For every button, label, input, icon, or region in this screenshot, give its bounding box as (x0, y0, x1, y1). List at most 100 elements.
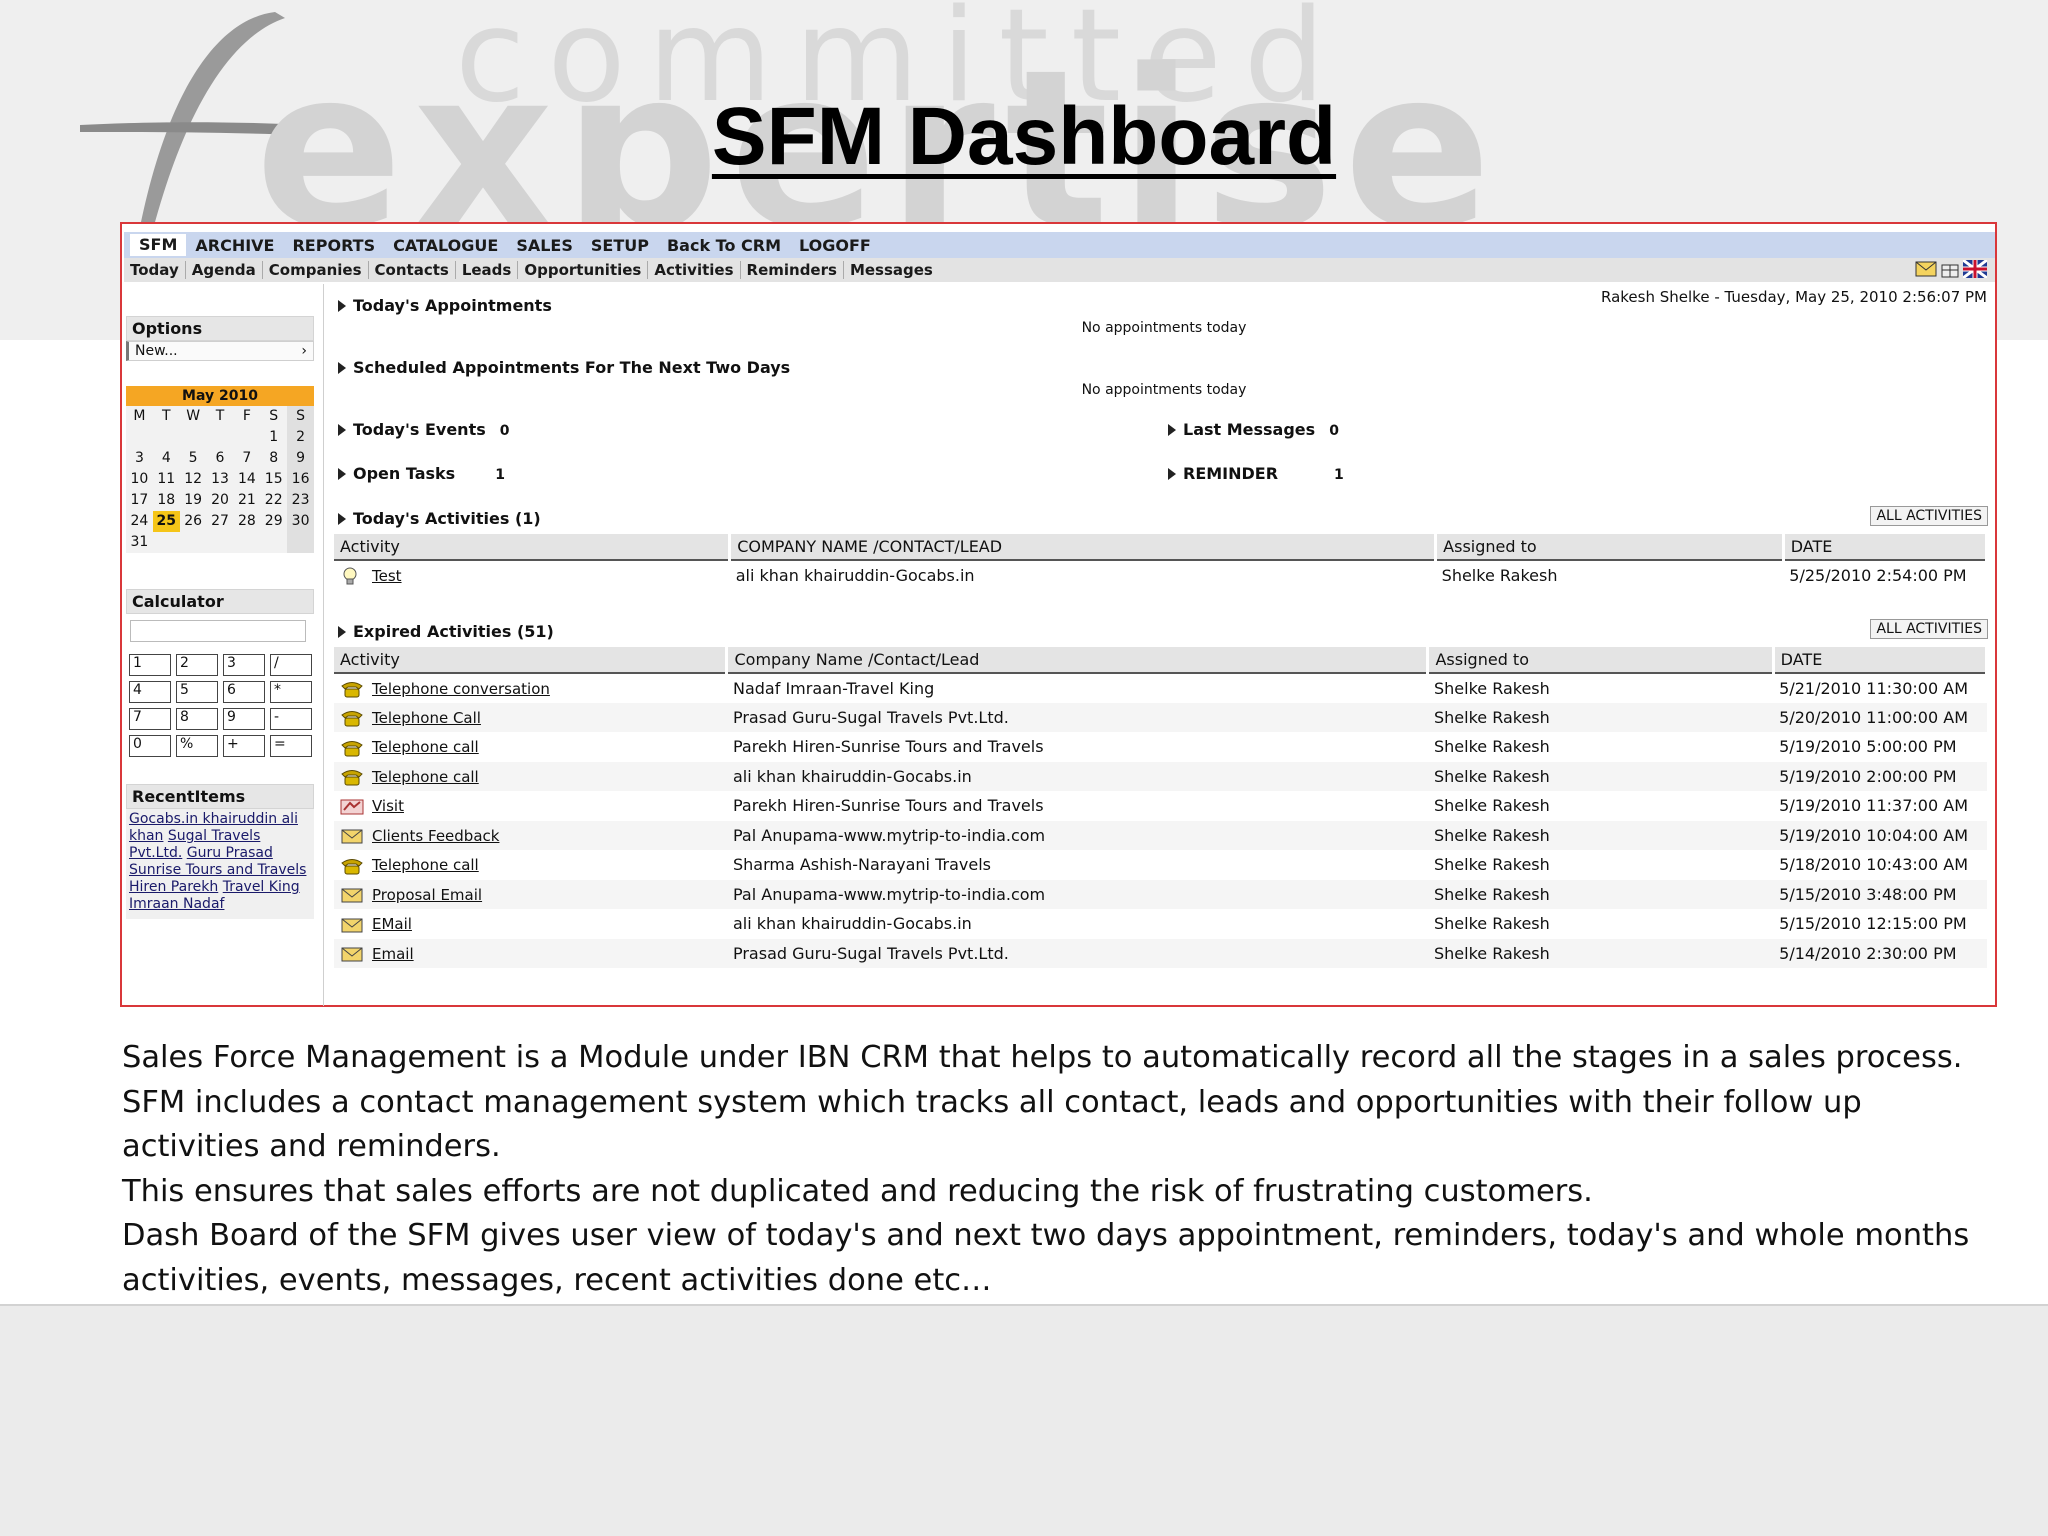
open-tasks-heading[interactable]: Open Tasks 1 (338, 464, 505, 483)
all-activities-button-expired[interactable]: ALL ACTIVITIES (1870, 619, 1988, 639)
subnav-agenda[interactable]: Agenda (186, 261, 263, 279)
calculator-key[interactable]: + (223, 735, 265, 757)
calendar-day[interactable]: 12 (180, 469, 207, 490)
calendar-day[interactable]: 19 (180, 490, 207, 511)
calendar-day[interactable]: 9 (287, 448, 314, 469)
calendar-day[interactable]: 26 (180, 511, 207, 532)
calendar-day[interactable]: 24 (126, 511, 153, 532)
calculator-display[interactable] (130, 620, 306, 642)
calendar-day[interactable]: 3 (126, 448, 153, 469)
calendar-day[interactable]: 22 (260, 490, 287, 511)
calendar-day[interactable]: 18 (153, 490, 180, 511)
calculator-key[interactable]: 8 (176, 708, 218, 730)
activity-link[interactable]: EMail (372, 915, 412, 933)
calculator-key[interactable]: / (270, 654, 312, 676)
activity-cell: Telephone call (334, 761, 727, 791)
calendar-weekday: T (161, 408, 171, 424)
calculator-key[interactable]: * (270, 681, 312, 703)
calendar-day[interactable]: 23 (287, 490, 314, 511)
calendar-day[interactable]: 8 (260, 448, 287, 469)
subnav-companies[interactable]: Companies (263, 261, 369, 279)
activity-cell: Telephone Call (334, 702, 727, 732)
calendar-day[interactable]: 6 (207, 448, 234, 469)
calendar-day[interactable]: 21 (233, 490, 260, 511)
recent-item-link[interactable]: Guru Prasad (187, 845, 273, 861)
todays-appointments-heading[interactable]: Today's Appointments (338, 296, 552, 315)
activity-link[interactable]: Telephone call (372, 738, 479, 756)
calendar-day[interactable]: 20 (207, 490, 234, 511)
calculator-key[interactable]: - (270, 708, 312, 730)
subnav-contacts[interactable]: Contacts (369, 261, 456, 279)
subnav-messages[interactable]: Messages (844, 261, 939, 279)
menu-back-to-crm[interactable]: Back To CRM (658, 236, 790, 255)
expired-activities-heading[interactable]: Expired Activities (51) (338, 622, 554, 641)
calendar-day[interactable]: 30 (287, 511, 314, 532)
assigned-cell: Shelke Rakesh (1427, 702, 1774, 732)
calendar-day[interactable]: 15 (260, 469, 287, 490)
calendar-day[interactable]: 28 (233, 511, 260, 532)
reminder-label: REMINDER (1183, 464, 1279, 483)
menu-sfm[interactable]: SFM (130, 234, 187, 256)
flag-uk-icon[interactable] (1963, 260, 1987, 278)
calendar-day[interactable]: 16 (287, 469, 314, 490)
todays-activities-heading[interactable]: Today's Activities (1) (338, 509, 541, 528)
envelope-icon (340, 916, 364, 934)
menu-logoff[interactable]: LOGOFF (790, 236, 880, 255)
calculator-key[interactable]: % (176, 735, 218, 757)
calendar-day[interactable]: 2 (287, 427, 314, 448)
last-messages-heading[interactable]: Last Messages 0 (1168, 420, 1339, 439)
calculator-key[interactable]: 9 (223, 708, 265, 730)
calculator-key[interactable]: = (270, 735, 312, 757)
toolbar-icons (1915, 260, 1987, 278)
date-cell: 5/19/2010 5:00:00 PM (1779, 737, 1957, 757)
calendar-day[interactable]: 31 (126, 532, 153, 553)
calendar-day[interactable]: 4 (153, 448, 180, 469)
subnav-opportunities[interactable]: Opportunities (518, 261, 649, 279)
all-activities-button[interactable]: ALL ACTIVITIES (1870, 506, 1988, 526)
calculator-key[interactable]: 5 (176, 681, 218, 703)
calculator-key[interactable]: 2 (176, 654, 218, 676)
menu-catalogue[interactable]: CATALOGUE (384, 236, 507, 255)
calendar-day[interactable]: 5 (180, 448, 207, 469)
calendar-day[interactable]: 7 (233, 448, 260, 469)
calendar-day[interactable]: 27 (207, 511, 234, 532)
scheduled-appointments-heading[interactable]: Scheduled Appointments For The Next Two … (338, 358, 790, 377)
subnav-leads[interactable]: Leads (456, 261, 519, 279)
activity-link[interactable]: Telephone call (372, 768, 479, 786)
calendar-day[interactable]: 13 (207, 469, 234, 490)
calculator-key[interactable]: 6 (223, 681, 265, 703)
calendar-day[interactable]: 17 (126, 490, 153, 511)
date-cell: 5/15/2010 12:15:00 PM (1779, 914, 1967, 934)
activity-link[interactable]: Test (372, 567, 402, 585)
menu-reports[interactable]: REPORTS (283, 236, 384, 255)
calculator-key[interactable]: 0 (129, 735, 171, 757)
activity-link[interactable]: Proposal Email (372, 886, 482, 904)
menu-setup[interactable]: SETUP (582, 236, 658, 255)
subnav-today[interactable]: Today (124, 261, 186, 279)
reminder-heading[interactable]: REMINDER 1 (1168, 464, 1344, 483)
activity-link[interactable]: Visit (372, 797, 404, 815)
calculator-key[interactable]: 3 (223, 654, 265, 676)
calendar-day[interactable]: 10 (126, 469, 153, 490)
menu-archive[interactable]: ARCHIVE (186, 236, 283, 255)
gift-icon[interactable] (1940, 260, 1960, 278)
calculator-key[interactable]: 7 (129, 708, 171, 730)
options-select[interactable]: New... › (126, 341, 314, 361)
activity-link[interactable]: Email (372, 945, 414, 963)
calendar-day[interactable]: 11 (153, 469, 180, 490)
calendar-day[interactable]: 29 (260, 511, 287, 532)
activity-link[interactable]: Telephone call (372, 856, 479, 874)
calendar-day[interactable]: 25 (152, 511, 180, 532)
calculator-key[interactable]: 1 (129, 654, 171, 676)
subnav-activities[interactable]: Activities (648, 261, 741, 279)
calendar-day[interactable]: 14 (233, 469, 260, 490)
activity-link[interactable]: Telephone conversation (372, 680, 550, 698)
menu-sales[interactable]: SALES (507, 236, 582, 255)
activity-link[interactable]: Clients Feedback (372, 827, 499, 845)
subnav-reminders[interactable]: Reminders (741, 261, 844, 279)
calendar-day[interactable]: 1 (260, 427, 287, 448)
todays-events-heading[interactable]: Today's Events 0 (338, 420, 509, 439)
calculator-key[interactable]: 4 (129, 681, 171, 703)
activity-link[interactable]: Telephone Call (372, 709, 481, 727)
mail-icon[interactable] (1915, 260, 1937, 278)
